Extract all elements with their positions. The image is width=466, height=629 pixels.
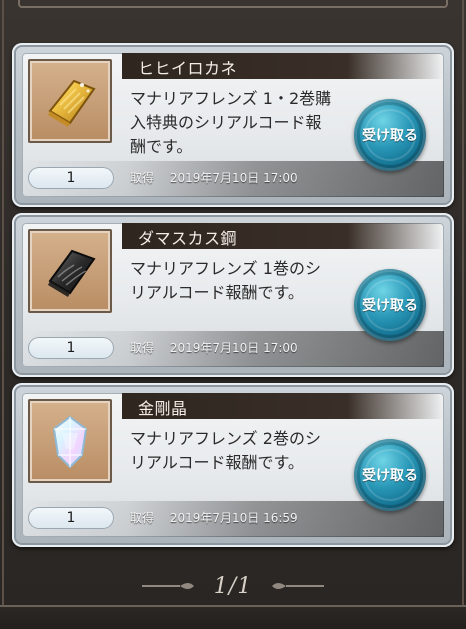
item-description: マナリアフレンズ 1巻のシ リアルコード報酬です。: [130, 259, 321, 302]
left-ornament-icon: [141, 583, 194, 589]
acquired-date: 取得 2019年7月10日 17:00: [130, 169, 298, 186]
receive-button[interactable]: 受け取る: [354, 99, 426, 171]
pager: 1/1: [0, 572, 466, 600]
acquired-date-value: 2019年7月10日 17:00: [169, 341, 298, 355]
item-quantity: 1: [28, 337, 114, 359]
receive-button-label: 受け取る: [362, 128, 418, 144]
reward-card-2: ダマスカス鋼 マナリアフレンズ 1巻のシ リアルコード報酬です。 1 取得 20…: [12, 213, 454, 377]
crystal-icon: [52, 415, 88, 469]
item-description: マナリアフレンズ 1・2巻購 入特典のシリアルコード報 酬です。: [130, 89, 332, 156]
item-thumbnail: [28, 59, 112, 143]
card-inner: ヒヒイロカネ マナリアフレンズ 1・2巻購 入特典のシリアルコード報 酬です。 …: [22, 53, 444, 197]
card-inner: ダマスカス鋼 マナリアフレンズ 1巻のシ リアルコード報酬です。 1 取得 20…: [22, 223, 444, 367]
reward-list-frame: ヒヒイロカネ マナリアフレンズ 1・2巻購 入特典のシリアルコード報 酬です。 …: [0, 0, 466, 629]
acquired-date: 取得 2019年7月10日 17:00: [130, 339, 298, 356]
acquired-date-label: 取得: [130, 511, 155, 525]
item-thumbnail: [28, 399, 112, 483]
bottom-rail: [0, 605, 466, 629]
receive-button[interactable]: 受け取る: [354, 439, 426, 511]
item-quantity: 1: [28, 167, 114, 189]
receive-button-label: 受け取る: [362, 468, 418, 484]
top-rail: [18, 0, 448, 8]
item-title: 金剛晶: [138, 399, 188, 418]
reward-card-3: 金剛晶 マナリアフレンズ 2巻のシ リアルコード報酬です。 1 取得 2019年…: [12, 383, 454, 547]
acquired-date-value: 2019年7月10日 16:59: [169, 511, 298, 525]
receive-button[interactable]: 受け取る: [354, 269, 426, 341]
reward-card-1: ヒヒイロカネ マナリアフレンズ 1・2巻購 入特典のシリアルコード報 酬です。 …: [12, 43, 454, 207]
item-thumbnail: [28, 229, 112, 313]
title-bar: ヒヒイロカネ: [122, 53, 444, 79]
title-bar: ダマスカス鋼: [122, 223, 444, 249]
gold-bar-icon: [48, 79, 96, 127]
acquired-date-label: 取得: [130, 341, 155, 355]
right-ornament-icon: [272, 583, 325, 589]
damascus-steel-icon: [48, 249, 96, 297]
acquired-date-value: 2019年7月10日 17:00: [169, 171, 298, 185]
acquired-date-label: 取得: [130, 171, 155, 185]
receive-button-label: 受け取る: [362, 298, 418, 314]
title-bar: 金剛晶: [122, 393, 444, 419]
acquired-date: 取得 2019年7月10日 16:59: [130, 509, 298, 526]
item-quantity: 1: [28, 507, 114, 529]
item-description: マナリアフレンズ 2巻のシ リアルコード報酬です。: [130, 429, 321, 472]
page-indicator: 1/1: [213, 573, 253, 599]
card-inner: 金剛晶 マナリアフレンズ 2巻のシ リアルコード報酬です。 1 取得 2019年…: [22, 393, 444, 537]
item-title: ダマスカス鋼: [138, 229, 238, 248]
item-title: ヒヒイロカネ: [138, 59, 238, 78]
